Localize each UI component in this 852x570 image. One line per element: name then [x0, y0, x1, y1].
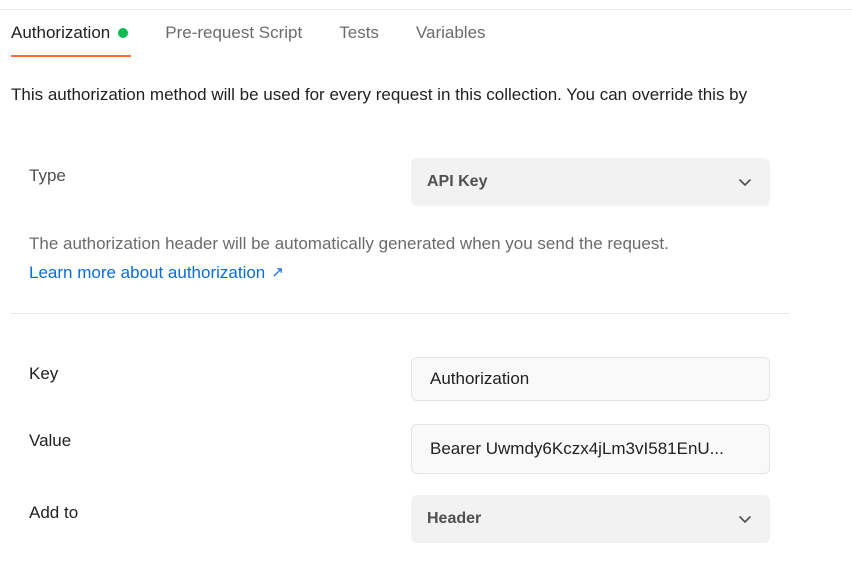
tab-label: Pre-request Script — [165, 23, 303, 42]
key-label: Key — [29, 364, 59, 383]
tab-bar: Authorization Pre-request Script Tests V… — [11, 22, 523, 58]
value-label: Value — [29, 431, 72, 450]
add-to-select[interactable]: Header — [411, 495, 770, 543]
add-to-label: Add to — [29, 503, 79, 522]
value-input-value: Bearer Uwmdy6Kczx4jLm3vI581EnU... — [430, 439, 724, 458]
tab-label: Variables — [415, 23, 486, 42]
key-input[interactable]: Authorization — [411, 357, 770, 401]
tab-label: Authorization — [11, 23, 111, 42]
learn-more-label: Learn more about authorization — [29, 263, 266, 282]
tab-tests[interactable]: Tests — [339, 22, 379, 44]
tab-label: Tests — [339, 23, 379, 42]
external-link-icon: ↗ — [271, 264, 284, 281]
help-text: The authorization header will be automat… — [29, 234, 669, 253]
section-divider — [11, 313, 789, 314]
top-divider — [0, 9, 852, 10]
auth-description: This authorization method will be used f… — [11, 85, 748, 104]
value-input[interactable]: Bearer Uwmdy6Kczx4jLm3vI581EnU... — [411, 424, 770, 474]
type-select-value: API Key — [427, 173, 488, 190]
tab-variables[interactable]: Variables — [416, 22, 486, 44]
tab-authorization[interactable]: Authorization — [11, 22, 132, 57]
chevron-down-icon — [739, 179, 751, 186]
key-input-value: Authorization — [430, 369, 530, 388]
add-to-select-value: Header — [427, 510, 482, 527]
chevron-down-icon — [739, 516, 751, 523]
type-select[interactable]: API Key — [411, 158, 770, 206]
status-dot-icon — [118, 28, 129, 38]
tab-pre-request-script[interactable]: Pre-request Script — [165, 22, 302, 44]
learn-more-link[interactable]: Learn more about authorization ↗ — [29, 262, 284, 284]
type-label: Type — [29, 166, 66, 185]
